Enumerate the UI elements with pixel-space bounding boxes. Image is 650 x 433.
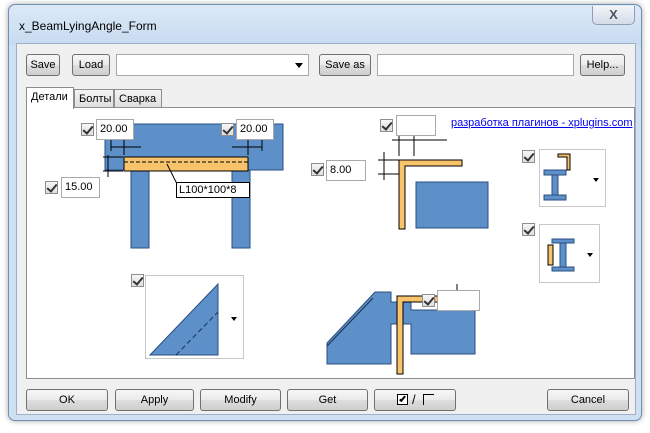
angle-gap-field[interactable]: 8.00: [326, 160, 366, 181]
form-window: x_BeamLyingAngle_Form X Save Load Save a…: [8, 4, 642, 421]
tab-bolts[interactable]: Болты: [74, 89, 114, 109]
chevron-down-icon: [295, 63, 303, 68]
section-variant-checkbox[interactable]: [522, 223, 535, 236]
preset-combo[interactable]: [116, 54, 309, 76]
close-button[interactable]: X: [592, 6, 635, 25]
top-left-offset-checkbox[interactable]: [81, 123, 94, 136]
section-type-selector[interactable]: [539, 149, 606, 207]
save-button[interactable]: Save: [26, 54, 60, 76]
title-bar[interactable]: x_BeamLyingAngle_Form X: [9, 5, 641, 45]
unchecked-box-icon: [423, 394, 434, 405]
load-button[interactable]: Load: [72, 54, 110, 76]
xplugins-link[interactable]: разработка плагинов - xplugins.com: [451, 117, 633, 129]
section-type-checkbox[interactable]: [522, 150, 535, 163]
orientation-picture-selector[interactable]: [145, 275, 244, 359]
details-tab-panel: L100*100*8 20.00 20.00 15.00 разработка …: [26, 107, 635, 379]
angle-gap-top-checkbox[interactable]: [380, 119, 393, 132]
apply-button[interactable]: Apply: [115, 389, 194, 411]
cancel-button[interactable]: Cancel: [547, 389, 629, 411]
tab-details[interactable]: Детали: [26, 87, 74, 109]
chevron-down-icon: [231, 317, 237, 321]
top-right-offset-checkbox[interactable]: [221, 123, 234, 136]
save-as-button[interactable]: Save as: [319, 54, 371, 76]
top-left-offset-field[interactable]: 20.00: [96, 119, 134, 140]
help-button[interactable]: Help...: [580, 54, 625, 76]
form-client-area: Save Load Save as Help... Детали Болты С…: [16, 43, 636, 415]
bottom-right-field[interactable]: [437, 290, 480, 311]
window-title: x_BeamLyingAngle_Form: [19, 19, 157, 33]
angle-gap-checkbox[interactable]: [311, 163, 324, 176]
chevron-down-icon: [587, 253, 593, 257]
toggle-checks-button[interactable]: /: [374, 389, 456, 411]
angled-beam-diagram: [326, 284, 477, 375]
lower-gap-checkbox[interactable]: [422, 294, 435, 307]
section-variant-selector[interactable]: [539, 224, 600, 283]
beam-section-shape: [415, 181, 489, 229]
orientation-checkbox[interactable]: [131, 274, 144, 287]
get-button[interactable]: Get: [287, 389, 368, 411]
profile-label: L100*100*8: [176, 182, 250, 198]
tab-welding[interactable]: Сварка: [114, 89, 162, 109]
save-as-name-field[interactable]: [377, 54, 574, 76]
toggle-separator: /: [412, 392, 416, 407]
vertical-offset-field[interactable]: 15.00: [61, 177, 100, 198]
top-right-offset-field[interactable]: 20.00: [236, 119, 274, 140]
chevron-down-icon: [593, 178, 599, 182]
ok-button[interactable]: OK: [26, 389, 108, 411]
vertical-offset-checkbox[interactable]: [45, 181, 58, 194]
angle-section-diagram: [378, 136, 489, 230]
checked-box-icon: [397, 394, 408, 405]
modify-button[interactable]: Modify: [200, 389, 281, 411]
left-column-shape: [130, 169, 150, 249]
angle-profile-shape: [123, 156, 249, 172]
